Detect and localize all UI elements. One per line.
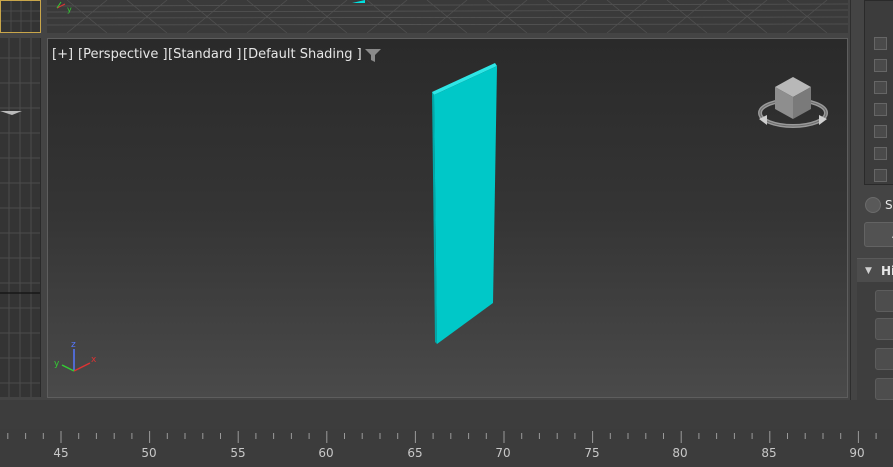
rollout-title: Hi — [881, 264, 893, 278]
top-viewport[interactable] — [0, 0, 41, 33]
grid — [0, 38, 40, 397]
grid — [1, 1, 40, 32]
svg-text:y: y — [54, 359, 60, 369]
ruler-tick-label: 70 — [495, 446, 511, 460]
ruler-ticks — [7, 431, 877, 443]
panel-button[interactable] — [874, 81, 887, 94]
scene-object[interactable] — [48, 39, 848, 398]
top-perspective-viewport[interactable]: y — [47, 0, 848, 33]
command-panel: S A ▼ Hi — [850, 0, 893, 400]
radio-label: S — [885, 198, 893, 212]
radio-button[interactable] — [865, 197, 881, 213]
panel-button[interactable] — [874, 125, 887, 138]
ruler-tick-label: 80 — [672, 446, 688, 460]
timeline: 45 50 55 60 65 70 75 80 85 90 — [0, 400, 893, 467]
svg-text:y: y — [67, 5, 72, 14]
left-viewport[interactable] — [0, 38, 41, 397]
collapse-arrow-icon: ▼ — [865, 266, 872, 276]
grid: y — [47, 0, 848, 33]
time-ruler[interactable] — [0, 429, 893, 467]
rollout-button[interactable] — [875, 348, 893, 370]
ruler-tick-label: 75 — [584, 446, 600, 460]
panel-button[interactable] — [874, 103, 887, 116]
panel-button[interactable] — [874, 37, 887, 50]
ruler-tick-label: 50 — [141, 446, 157, 460]
panel-button[interactable] — [874, 147, 887, 160]
rollout-header[interactable]: ▼ Hi — [857, 258, 893, 282]
panel-action-button[interactable]: A — [864, 222, 893, 247]
ruler-tick-label: 65 — [407, 446, 423, 460]
panel-button[interactable] — [874, 59, 887, 72]
rollout-button[interactable] — [875, 318, 893, 340]
axis-tripod-icon: z x y — [54, 340, 97, 372]
rollout-body — [857, 282, 893, 400]
rollout-button[interactable] — [875, 378, 893, 400]
ruler-tick-label: 85 — [761, 446, 777, 460]
rollout-button[interactable] — [875, 290, 893, 312]
button-column — [864, 0, 893, 185]
svg-text:x: x — [91, 355, 97, 365]
ruler-tick-label: 60 — [318, 446, 334, 460]
ruler-tick-label: 90 — [849, 446, 865, 460]
svg-text:z: z — [71, 340, 76, 350]
ruler-tick-label: 55 — [230, 446, 246, 460]
ruler-tick-label: 45 — [53, 446, 69, 460]
view-cube-icon[interactable] — [755, 69, 831, 133]
panel-button[interactable] — [874, 169, 887, 182]
perspective-viewport[interactable]: [+] [Perspective ] [Standard ] [Default … — [47, 38, 848, 398]
